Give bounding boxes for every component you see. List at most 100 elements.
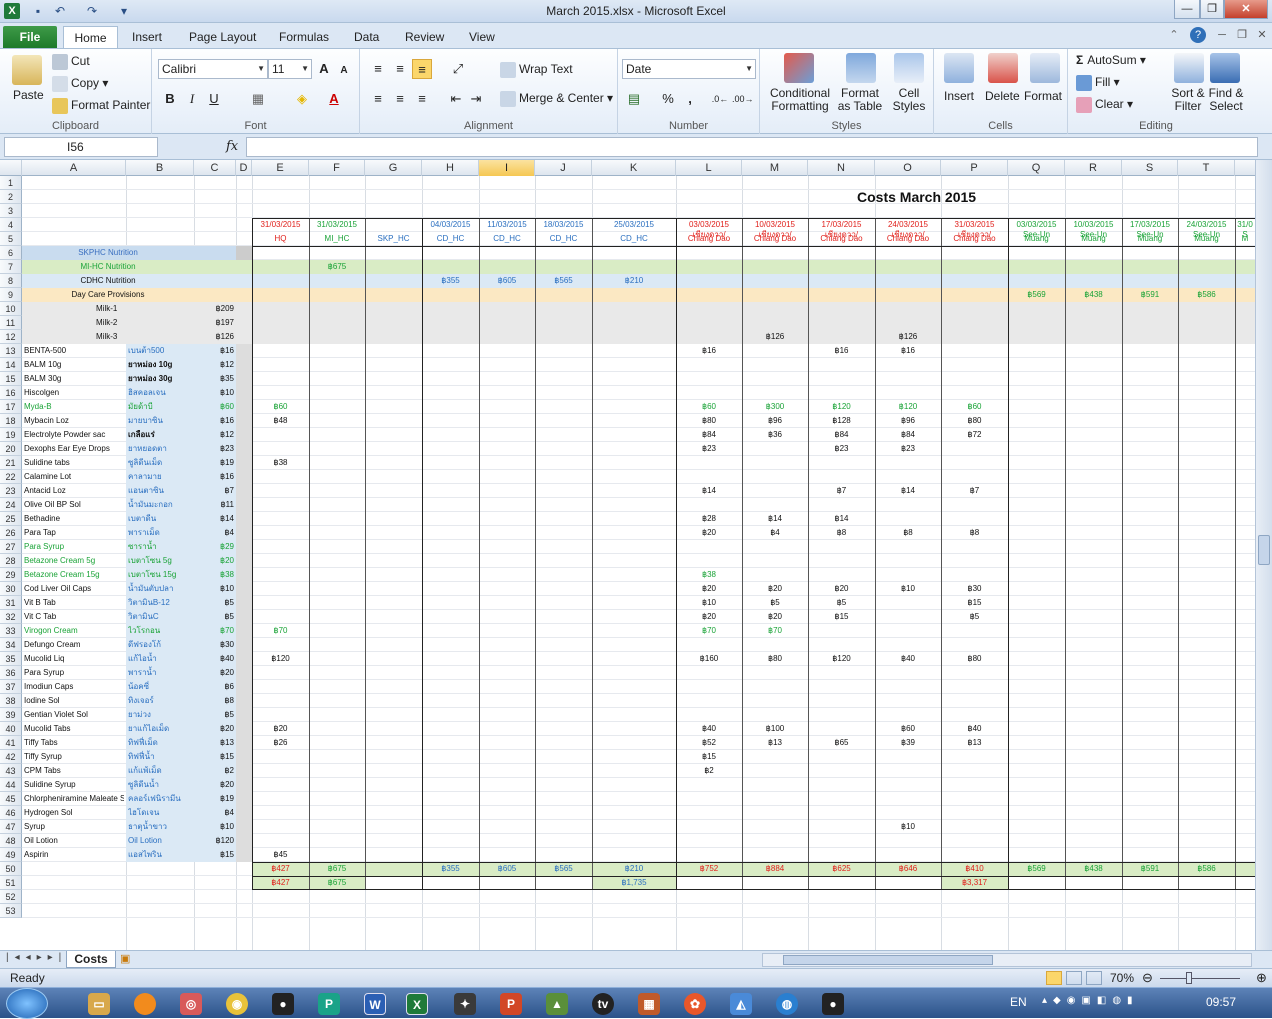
item-price[interactable]: ฿15 xyxy=(196,750,234,764)
start-button[interactable] xyxy=(6,988,48,1019)
total-cell[interactable]: ฿591 xyxy=(1124,862,1176,876)
row-header-11[interactable]: 11 xyxy=(0,316,22,330)
item-price[interactable]: ฿10 xyxy=(196,386,234,400)
word-icon[interactable]: W xyxy=(364,993,386,1015)
value-cell[interactable]: ฿14 xyxy=(678,484,740,498)
item-price[interactable]: ฿20 xyxy=(196,722,234,736)
row-header-37[interactable]: 37 xyxy=(0,680,22,694)
row-header-5[interactable]: 5 xyxy=(0,232,22,246)
row-header-47[interactable]: 47 xyxy=(0,820,22,834)
site-header-h[interactable]: CD_HC xyxy=(423,232,478,246)
item-price[interactable]: ฿20 xyxy=(196,778,234,792)
item-thai-name[interactable]: ซูลิดีนน้ำ xyxy=(128,778,192,792)
value-cell[interactable]: ฿126 xyxy=(877,330,939,344)
format-as-table-button[interactable]: Format as Table xyxy=(834,87,886,113)
item-name[interactable]: Betazone Cream 5g xyxy=(24,554,124,568)
increase-decimal-icon[interactable]: .0← xyxy=(710,89,730,109)
value-cell[interactable]: ฿13 xyxy=(744,736,806,750)
tray-icons[interactable]: ▴◆◉▣◧◍▮ xyxy=(1042,995,1139,1006)
grand-total-cell[interactable]: ฿1,735 xyxy=(594,876,674,890)
align-bottom-icon[interactable]: ≡ xyxy=(412,59,432,79)
conditional-formatting-button[interactable]: Conditional Formatting xyxy=(768,87,832,113)
format-cells-icon[interactable] xyxy=(1030,53,1060,83)
row-header-27[interactable]: 27 xyxy=(0,540,22,554)
site-header-f[interactable]: MI_HC xyxy=(310,232,364,246)
accounting-format-icon[interactable]: ▤ xyxy=(624,89,644,109)
item-price[interactable]: ฿13 xyxy=(196,736,234,750)
normal-view-icon[interactable] xyxy=(1046,971,1062,985)
row-header-3[interactable]: 3 xyxy=(0,204,22,218)
formula-input[interactable] xyxy=(246,137,1258,157)
item-name[interactable]: Vit C Tab xyxy=(24,610,124,624)
item-price[interactable]: ฿20 xyxy=(196,666,234,680)
value-cell[interactable]: ฿20 xyxy=(678,526,740,540)
close-button[interactable]: ✕ xyxy=(1224,0,1268,19)
value-cell[interactable]: ฿16 xyxy=(678,344,740,358)
column-header-d[interactable]: D xyxy=(236,160,252,176)
item-thai-name[interactable]: ยาหม่อง 10g xyxy=(128,358,192,372)
row-header-19[interactable]: 19 xyxy=(0,428,22,442)
total-cell[interactable]: ฿675 xyxy=(311,862,363,876)
align-right-icon[interactable]: ≡ xyxy=(412,89,432,109)
item-name[interactable]: Para Tap xyxy=(24,526,124,540)
tab-review[interactable]: Review xyxy=(395,26,454,48)
item-name[interactable]: Syrup xyxy=(24,820,124,834)
sheet-title[interactable]: Costs March 2015 xyxy=(857,190,1046,204)
total-cell[interactable]: ฿646 xyxy=(877,862,939,876)
cell-styles-icon[interactable] xyxy=(894,53,924,83)
scrollbar-thumb[interactable] xyxy=(783,955,993,965)
page-break-view-icon[interactable] xyxy=(1086,971,1102,985)
row-header-22[interactable]: 22 xyxy=(0,470,22,484)
item-name[interactable]: Para Syrup xyxy=(24,540,124,554)
row-header-38[interactable]: 38 xyxy=(0,694,22,708)
worksheet-grid[interactable]: ABCDEFGHIJKLMNOPQRST 1 2 3 4 5 6 7 8 9 10 11 12 13 14… xyxy=(0,160,1272,950)
item-thai-name[interactable]: แอนตาซิน xyxy=(128,484,192,498)
value-cell[interactable]: ฿16 xyxy=(810,344,873,358)
tab-page-layout[interactable]: Page Layout xyxy=(179,26,266,48)
value-cell[interactable]: ฿23 xyxy=(810,442,873,456)
site-header-g[interactable]: SKP_HC xyxy=(366,232,421,246)
row-header-4[interactable]: 4 xyxy=(0,218,22,232)
row-header-39[interactable]: 39 xyxy=(0,708,22,722)
zoom-slider-thumb[interactable] xyxy=(1186,972,1192,984)
autosum-button[interactable]: Σ AutoSum ▾ xyxy=(1076,53,1146,67)
value-cell[interactable]: ฿20 xyxy=(744,582,806,596)
value-cell[interactable]: ฿70 xyxy=(744,624,806,638)
value-cell[interactable]: ฿84 xyxy=(678,428,740,442)
app-icon[interactable]: ▲ xyxy=(546,993,568,1015)
underline-button[interactable]: U xyxy=(204,89,224,109)
grand-total-cell[interactable]: ฿675 xyxy=(311,876,363,890)
value-cell[interactable]: ฿591 xyxy=(1124,288,1176,302)
item-thai-name[interactable]: พาราน้ำ xyxy=(128,666,192,680)
value-cell[interactable]: ฿60 xyxy=(678,400,740,414)
item-price[interactable]: ฿5 xyxy=(196,610,234,624)
value-cell[interactable]: ฿60 xyxy=(877,722,939,736)
item-price[interactable]: ฿14 xyxy=(196,512,234,526)
row-header-20[interactable]: 20 xyxy=(0,442,22,456)
firefox-icon[interactable] xyxy=(134,993,156,1015)
item-name[interactable]: Defungo Cream xyxy=(24,638,124,652)
find-select-button[interactable]: Find & Select xyxy=(1208,87,1244,113)
item-name[interactable]: Mybacin Loz xyxy=(24,414,124,428)
minimize-ribbon-icon[interactable]: ⌃ xyxy=(1166,27,1182,43)
item-price[interactable]: ฿120 xyxy=(196,834,234,848)
milk-price[interactable]: ฿209 xyxy=(196,302,234,316)
item-name[interactable]: Sulidine tabs xyxy=(24,456,124,470)
italic-button[interactable]: I xyxy=(182,89,202,109)
column-header-a[interactable]: A xyxy=(22,160,126,176)
cell-styles-button[interactable]: Cell Styles xyxy=(888,87,930,113)
align-top-icon[interactable]: ≡ xyxy=(368,59,388,79)
name-box[interactable]: I56 xyxy=(4,137,158,157)
item-thai-name[interactable]: คลอร์เฟนิรามีน xyxy=(128,792,192,806)
item-name[interactable]: Hiscolgen xyxy=(24,386,124,400)
item-thai-name[interactable]: เบนต้า500 xyxy=(128,344,192,358)
item-price[interactable]: ฿12 xyxy=(196,358,234,372)
value-cell[interactable]: ฿52 xyxy=(678,736,740,750)
value-cell[interactable]: ฿40 xyxy=(678,722,740,736)
copy-button[interactable]: Copy ▾ xyxy=(52,76,108,92)
site-header-e[interactable]: HQ xyxy=(253,232,308,246)
item-price[interactable]: ฿11 xyxy=(196,498,234,512)
item-thai-name[interactable]: เบตาดีน xyxy=(128,512,192,526)
value-cell[interactable]: ฿15 xyxy=(943,596,1006,610)
tab-data[interactable]: Data xyxy=(344,26,389,48)
